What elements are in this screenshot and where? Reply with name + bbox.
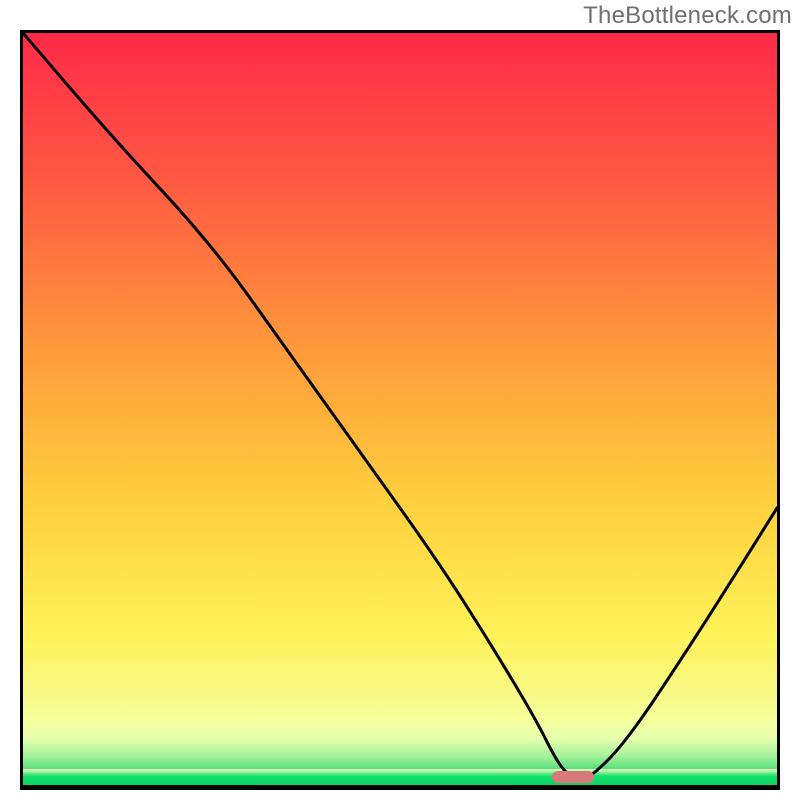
optimum-marker — [552, 771, 594, 783]
plot-area — [20, 30, 780, 790]
bottleneck-curve — [23, 33, 777, 787]
x-axis-line — [23, 785, 777, 787]
chart-frame: TheBottleneck.com — [0, 0, 800, 800]
watermark-text: TheBottleneck.com — [583, 2, 792, 30]
